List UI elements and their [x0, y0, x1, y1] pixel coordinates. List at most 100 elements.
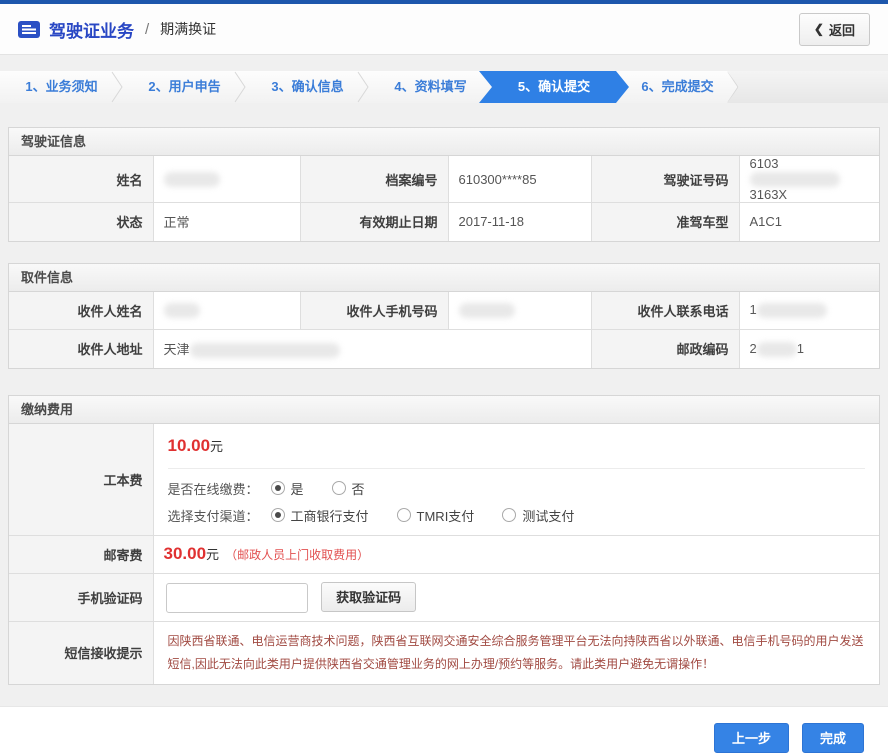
get-code-button[interactable]: 获取验证码	[321, 582, 416, 612]
finish-button[interactable]: 完成	[802, 723, 864, 753]
sms-notice-label: 短信接收提示	[9, 621, 153, 684]
postage-fee-label: 邮寄费	[9, 535, 153, 573]
postage-fee-unit: 元	[206, 547, 219, 562]
step-separator-icon	[111, 71, 123, 115]
production-fee-unit: 元	[210, 439, 223, 454]
breadcrumb-separator: /	[145, 21, 149, 38]
table-row: 邮寄费 30.00元 （邮政人员上门收取费用）	[9, 535, 879, 573]
address-value: 天津	[153, 330, 591, 368]
recipient-phone-value: 1	[739, 292, 879, 330]
page-header: 驾驶证业务 / 期满换证 ❮ 返回	[0, 4, 888, 55]
radio-label: 是	[291, 479, 304, 498]
recipient-mobile-value	[448, 292, 591, 330]
name-value	[153, 156, 300, 203]
address-label: 收件人地址	[9, 330, 153, 368]
sms-notice-text: 因陕西省联通、电信运营商技术问题，陕西省互联网交通安全综合服务管理平台无法向持陕…	[168, 630, 866, 677]
sms-code-cell: 获取验证码	[153, 573, 879, 621]
chevron-left-icon: ❮	[814, 22, 824, 36]
previous-step-button[interactable]: 上一步	[714, 723, 789, 753]
step-2-user-declaration[interactable]: 2、用户申告	[123, 71, 246, 103]
radio-icon[interactable]	[332, 481, 346, 495]
step-3-confirm-info[interactable]: 3、确认信息	[246, 71, 369, 103]
postage-fee-note: （邮政人员上门收取费用）	[225, 548, 369, 562]
vehicle-class-value: A1C1	[739, 203, 879, 241]
production-fee-value: 10.00元 是否在线缴费： 是 否 选择支付渠道：	[153, 424, 879, 536]
back-button[interactable]: ❮ 返回	[799, 13, 870, 46]
action-footer: 上一步 完成	[0, 706, 888, 756]
online-payment-question: 是否在线缴费：	[168, 479, 259, 498]
radio-option-tmri[interactable]: TMRI支付	[397, 506, 475, 525]
radio-option-test[interactable]: 测试支付	[502, 506, 574, 525]
recipient-name-value	[153, 292, 300, 330]
online-payment-row: 是否在线缴费： 是 否	[168, 479, 866, 498]
file-no-value: 610300****85	[448, 156, 591, 203]
step-label: 2、用户申告	[148, 79, 220, 94]
table-row: 收件人地址 天津 邮政编码 2 1	[9, 330, 879, 368]
section-title-pickup: 取件信息	[9, 264, 879, 292]
radio-label: 工商银行支付	[291, 506, 369, 525]
step-separator-icon	[234, 71, 246, 115]
step-label: 5、确认提交	[518, 79, 590, 94]
table-row: 姓名 档案编号 610300****85 驾驶证号码 6103 3163X	[9, 156, 879, 203]
valid-until-label: 有效期止日期	[300, 203, 448, 241]
license-no-suffix: 3163X	[750, 187, 788, 202]
radio-icon[interactable]	[271, 481, 285, 495]
license-info-section: 驾驶证信息 姓名 档案编号 610300****85 驾驶证号码 6103 31…	[8, 127, 880, 242]
production-fee-amount: 10.00	[168, 436, 211, 455]
address-prefix: 天津	[164, 342, 190, 357]
redacted-postal	[757, 342, 797, 357]
recipient-name-label: 收件人姓名	[9, 292, 153, 330]
page-title: 驾驶证业务	[49, 17, 134, 42]
sms-code-input[interactable]	[166, 583, 308, 613]
vehicle-class-label: 准驾车型	[591, 203, 739, 241]
radio-icon[interactable]	[271, 508, 285, 522]
recipient-phone-prefix: 1	[750, 302, 757, 317]
step-5-confirm-submit[interactable]: 5、确认提交	[479, 71, 629, 103]
back-button-label: 返回	[829, 20, 855, 39]
table-row: 手机验证码 获取验证码	[9, 573, 879, 621]
radio-option-yes[interactable]: 是	[271, 479, 304, 498]
section-title-license: 驾驶证信息	[9, 128, 879, 156]
license-no-value: 6103 3163X	[739, 156, 879, 203]
license-no-prefix: 6103	[750, 156, 779, 171]
payment-channel-row: 选择支付渠道： 工商银行支付 TMRI支付 测试支付	[168, 506, 866, 525]
redacted-recipient-name	[164, 303, 200, 318]
divider	[168, 468, 866, 469]
table-row: 收件人姓名 收件人手机号码 收件人联系电话 1	[9, 292, 879, 330]
radio-label: TMRI支付	[417, 506, 475, 525]
fees-section: 缴纳费用 工本费 10.00元 是否在线缴费： 是 否	[8, 395, 880, 686]
step-4-fill-material[interactable]: 4、资料填写	[369, 71, 492, 103]
radio-icon[interactable]	[397, 508, 411, 522]
sms-code-label: 手机验证码	[9, 573, 153, 621]
step-6-finish-submit[interactable]: 6、完成提交	[616, 71, 739, 103]
step-label: 4、资料填写	[394, 79, 466, 94]
postal-prefix: 2	[750, 341, 757, 356]
redacted-recipient-mobile	[459, 303, 515, 318]
recipient-phone-label: 收件人联系电话	[591, 292, 739, 330]
valid-until-value: 2017-11-18	[448, 203, 591, 241]
postal-suffix: 1	[797, 341, 804, 356]
recipient-mobile-label: 收件人手机号码	[300, 292, 448, 330]
radio-option-icbc[interactable]: 工商银行支付	[271, 506, 369, 525]
radio-label: 否	[352, 479, 365, 498]
section-title-fees: 缴纳费用	[9, 396, 879, 424]
file-no-label: 档案编号	[300, 156, 448, 203]
name-label: 姓名	[9, 156, 153, 203]
payment-channel-question: 选择支付渠道：	[168, 506, 259, 525]
radio-option-no[interactable]: 否	[332, 479, 365, 498]
breadcrumb-current: 期满换证	[160, 19, 216, 39]
step-label: 3、确认信息	[271, 79, 343, 94]
postal-code-label: 邮政编码	[591, 330, 739, 368]
postage-fee-value: 30.00元 （邮政人员上门收取费用）	[153, 535, 879, 573]
step-separator-icon	[357, 71, 369, 115]
redacted-address	[190, 343, 340, 358]
redacted-license-no	[750, 172, 840, 187]
postage-fee-amount: 30.00	[164, 544, 207, 563]
production-fee-label: 工本费	[9, 424, 153, 536]
radio-icon[interactable]	[502, 508, 516, 522]
breadcrumb: 驾驶证业务 / 期满换证	[18, 17, 216, 42]
step-label: 1、业务须知	[25, 79, 97, 94]
table-row: 状态 正常 有效期止日期 2017-11-18 准驾车型 A1C1	[9, 203, 879, 241]
pickup-info-table: 收件人姓名 收件人手机号码 收件人联系电话 1 收件人地址 天津 邮政编码 2 1	[9, 292, 879, 368]
step-1-business-notice[interactable]: 1、业务须知	[0, 71, 123, 103]
